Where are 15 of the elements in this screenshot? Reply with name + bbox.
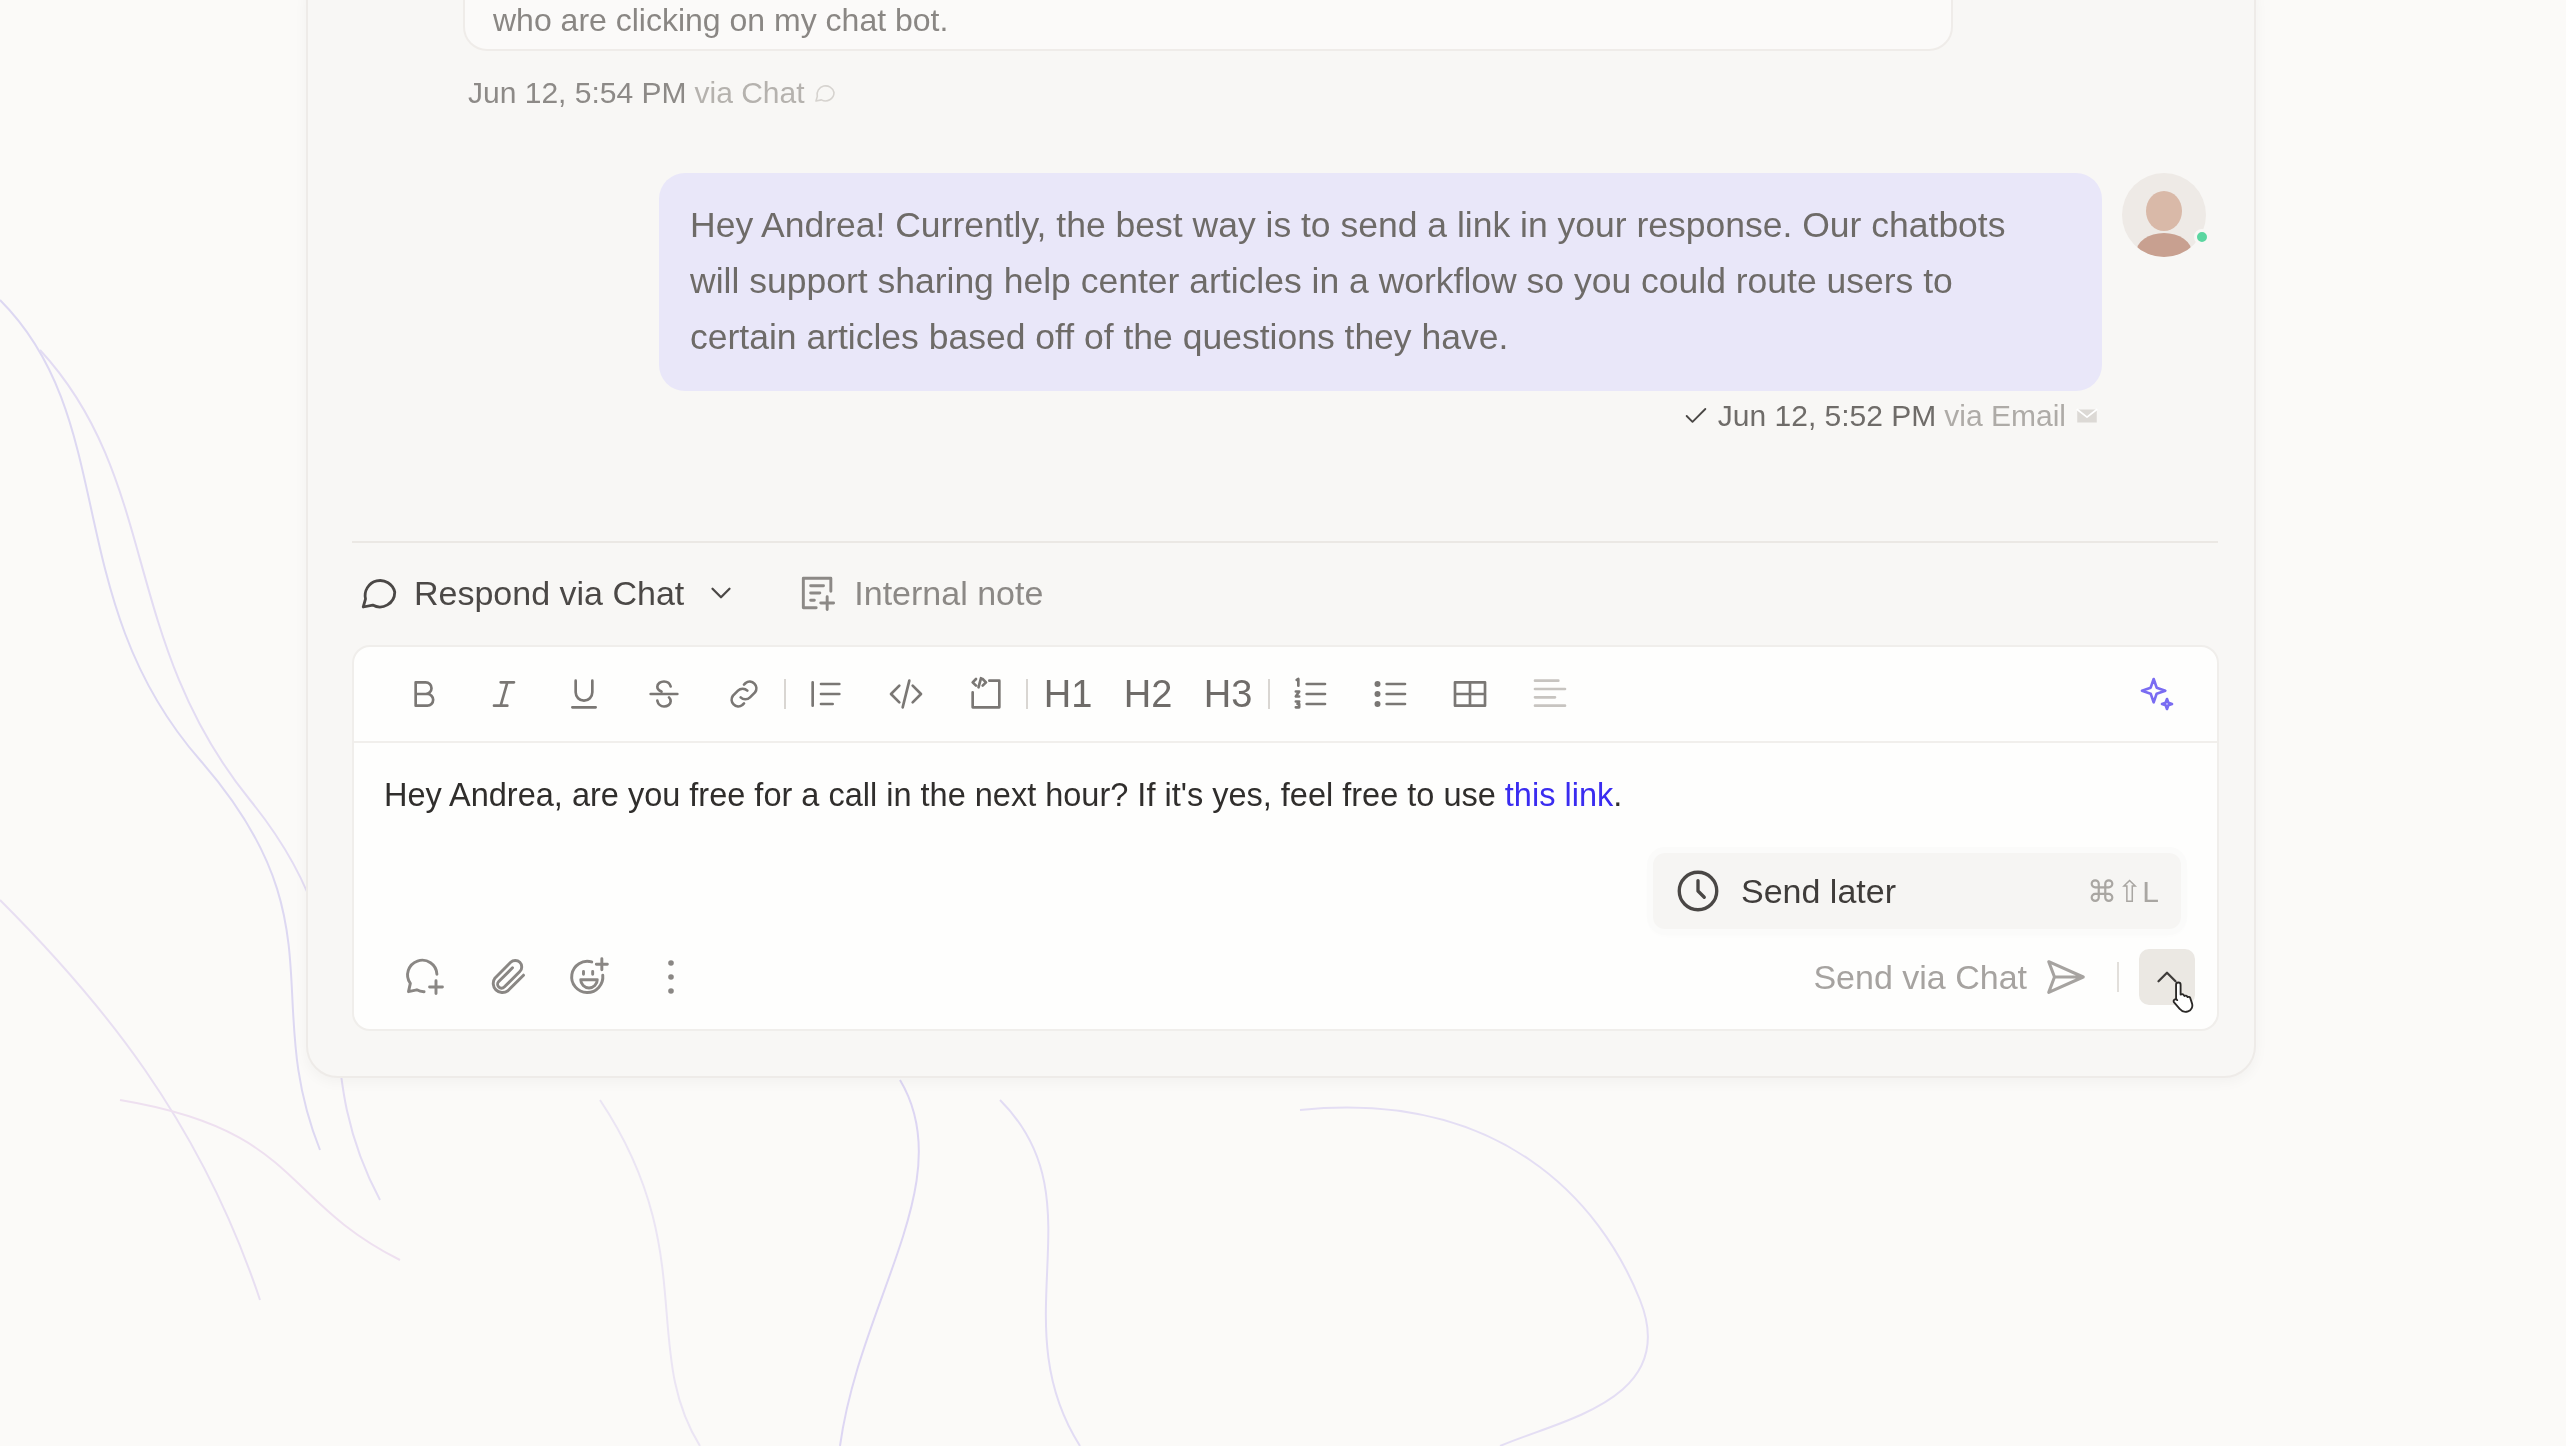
channel-label: via Chat bbox=[694, 76, 805, 110]
timestamp: Jun 12, 5:52 PM bbox=[1717, 399, 1937, 433]
heading-button[interactable]: H1 bbox=[1028, 664, 1108, 724]
internal-note-tab[interactable]: Internal note bbox=[796, 571, 1044, 615]
message-input[interactable]: Hey Andrea, are you free for a call in the next hour? If it's yes, feel free to use this link. bbox=[354, 743, 2217, 853]
heading-button[interactable]: H3 bbox=[1188, 664, 1268, 724]
channel-label: via Email bbox=[1944, 399, 2066, 433]
message-text: who are clicking on my chat bot. bbox=[493, 2, 949, 38]
message-text: Hey Andrea! Currently, the best way is to send a link in your response. Our chatbots will support sharing help center articles in a workflow so you could route users to certain articles based off of the questions they have. bbox=[690, 205, 2006, 357]
respond-dropdown[interactable]: Respond via Chat bbox=[358, 572, 739, 614]
link[interactable]: this link bbox=[1504, 777, 1614, 813]
more-icon bbox=[666, 959, 676, 995]
shortcut-label: ⌘⇧L bbox=[2087, 873, 2159, 909]
timestamp: Jun 12, 5:54 PM bbox=[468, 76, 687, 110]
heading-button[interactable]: H2 bbox=[1108, 664, 1188, 724]
